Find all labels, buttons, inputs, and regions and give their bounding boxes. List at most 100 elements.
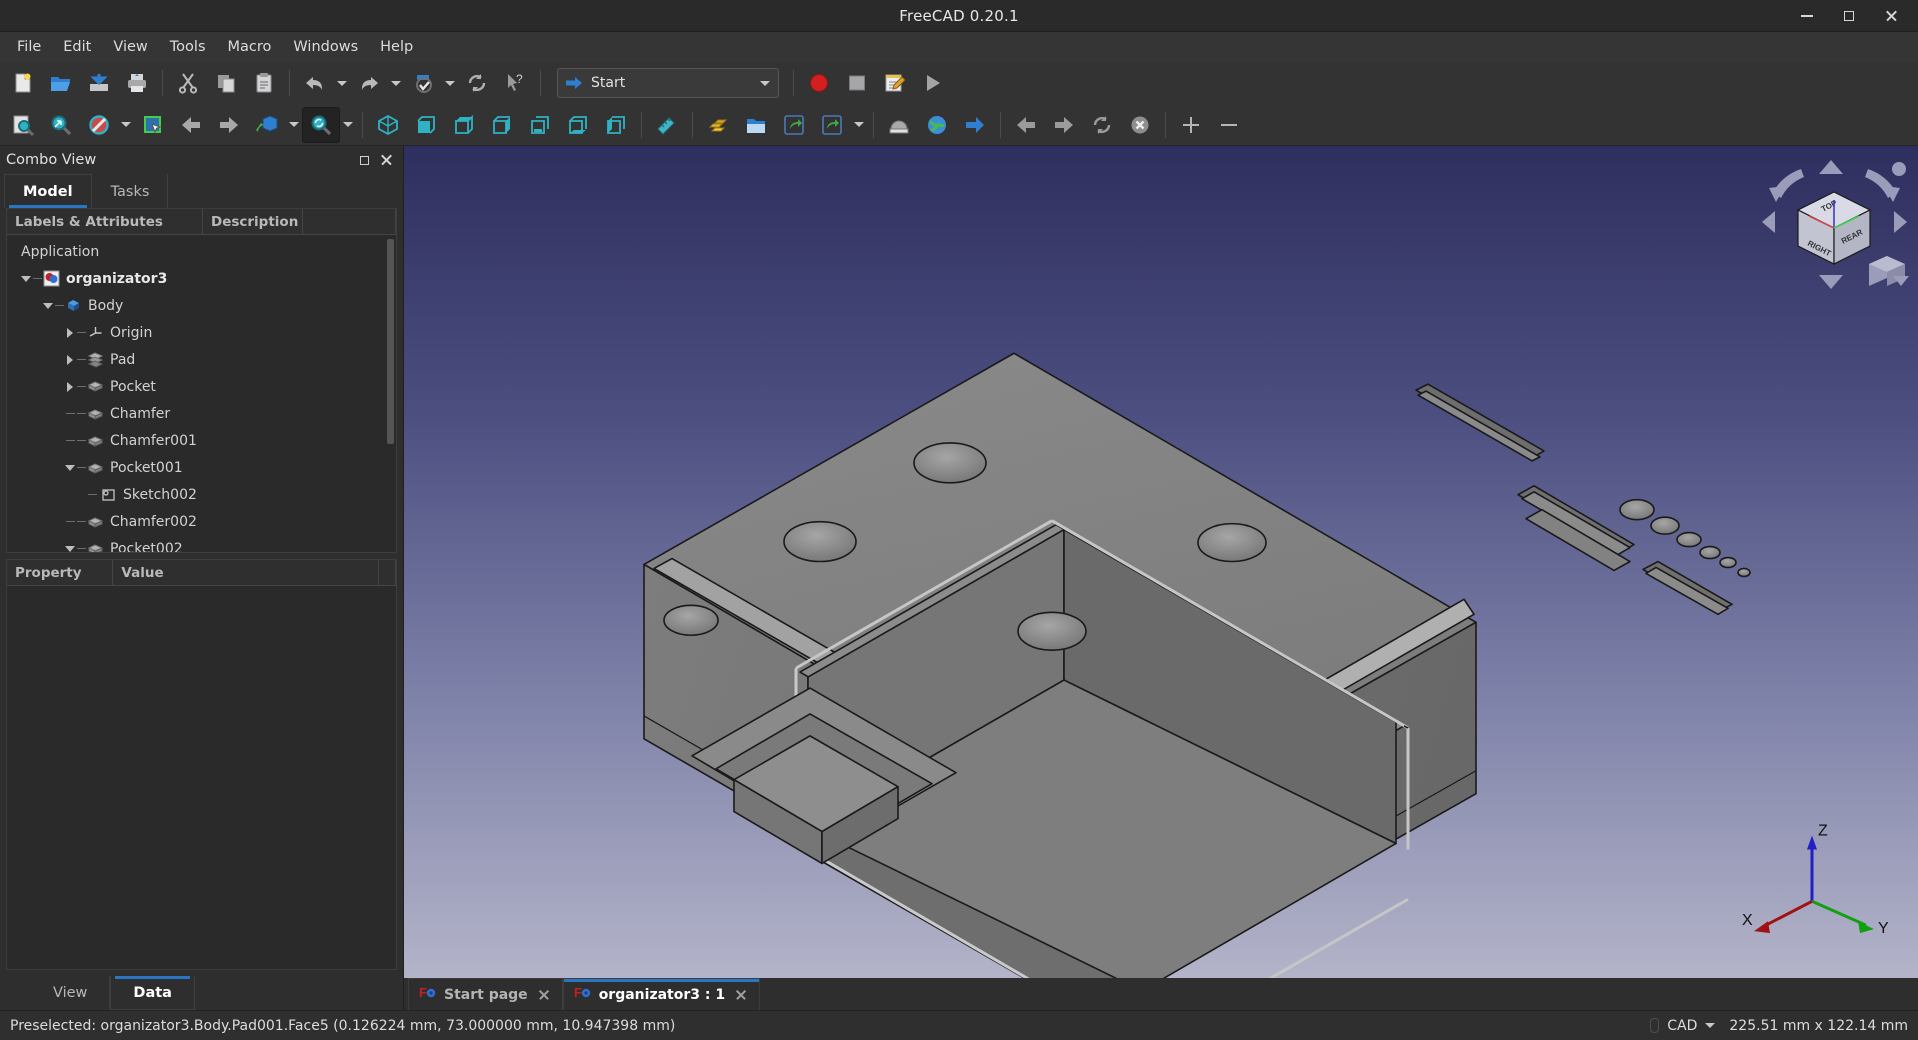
tree-item-pocket001[interactable]: Pocket001 bbox=[7, 454, 396, 481]
tab-tasks[interactable]: Tasks bbox=[92, 174, 169, 208]
property-column-extra[interactable] bbox=[379, 560, 396, 585]
tree-item-body[interactable]: Body bbox=[7, 292, 396, 319]
selection-view-button[interactable] bbox=[134, 107, 172, 143]
scene-inspector-button[interactable] bbox=[880, 107, 918, 143]
close-panel-button[interactable] bbox=[375, 149, 397, 171]
draw-style-dropdown-button[interactable] bbox=[118, 107, 134, 143]
maximize-button[interactable] bbox=[1828, 0, 1870, 32]
menu-edit[interactable]: Edit bbox=[52, 35, 102, 59]
menu-help[interactable]: Help bbox=[369, 35, 424, 59]
fit-all-button[interactable] bbox=[4, 107, 42, 143]
macro-record-button[interactable] bbox=[800, 65, 838, 101]
macro-stop-button[interactable] bbox=[838, 65, 876, 101]
document-tab-start-page[interactable]: F Start page bbox=[408, 978, 563, 1010]
property-body[interactable] bbox=[7, 586, 396, 969]
menu-file[interactable]: File bbox=[6, 35, 52, 59]
front-view-button[interactable] bbox=[407, 107, 445, 143]
tree-item-pocket002[interactable]: Pocket002 bbox=[7, 535, 396, 552]
tree-item-application[interactable]: Application bbox=[7, 238, 396, 265]
back-view-button[interactable] bbox=[172, 107, 210, 143]
axonometric-button[interactable] bbox=[248, 107, 286, 143]
tab-model[interactable]: Model bbox=[4, 174, 92, 208]
close-tab-button[interactable] bbox=[733, 987, 749, 1003]
tab-data[interactable]: Data bbox=[110, 976, 195, 1010]
measure-button[interactable] bbox=[648, 107, 686, 143]
cut-button[interactable] bbox=[169, 65, 207, 101]
property-column-value[interactable]: Value bbox=[113, 560, 379, 585]
expand-toggle[interactable] bbox=[63, 346, 77, 373]
tree-item-sketch002[interactable]: Sketch002 bbox=[7, 481, 396, 508]
tree-item-origin[interactable]: Origin bbox=[7, 319, 396, 346]
menu-tools[interactable]: Tools bbox=[159, 35, 217, 59]
workbench-selector[interactable]: Start bbox=[557, 68, 779, 98]
tree-column-extra[interactable] bbox=[303, 209, 396, 234]
3d-viewport[interactable]: Z Y X bbox=[404, 146, 1918, 978]
new-document-button[interactable] bbox=[4, 65, 42, 101]
property-column-property[interactable]: Property bbox=[7, 560, 113, 585]
macro-edit-button[interactable] bbox=[876, 65, 914, 101]
zoom-in-button[interactable] bbox=[1172, 107, 1210, 143]
unit-system-selector[interactable]: CAD bbox=[1650, 1018, 1715, 1034]
copy-button[interactable] bbox=[207, 65, 245, 101]
tree-item-pocket[interactable]: Pocket bbox=[7, 373, 396, 400]
menu-windows[interactable]: Windows bbox=[282, 35, 369, 59]
zoom-dropdown-button[interactable] bbox=[340, 107, 356, 143]
redo-dropdown-button[interactable] bbox=[388, 65, 404, 101]
save-document-button[interactable] bbox=[80, 65, 118, 101]
expand-toggle[interactable] bbox=[63, 454, 77, 481]
tree-item-organizator3[interactable]: organizator3 bbox=[7, 265, 396, 292]
nav-back-button[interactable] bbox=[1007, 107, 1045, 143]
tab-view[interactable]: View bbox=[30, 976, 110, 1010]
folder-button[interactable] bbox=[737, 107, 775, 143]
paste-button[interactable] bbox=[245, 65, 283, 101]
minimize-button[interactable] bbox=[1786, 0, 1828, 32]
redo-button[interactable] bbox=[350, 65, 388, 101]
float-panel-button[interactable] bbox=[353, 149, 375, 171]
tree-item-chamfer[interactable]: Chamfer bbox=[7, 400, 396, 427]
undo-dropdown-button[interactable] bbox=[334, 65, 350, 101]
tree-item-chamfer001[interactable]: Chamfer001 bbox=[7, 427, 396, 454]
draw-style-button[interactable] bbox=[80, 107, 118, 143]
fit-selection-button[interactable] bbox=[42, 107, 80, 143]
link-make-button[interactable] bbox=[775, 107, 813, 143]
bottom-view-button[interactable] bbox=[559, 107, 597, 143]
left-view-button[interactable] bbox=[597, 107, 635, 143]
navigation-cube[interactable]: TOP RIGHT REAR bbox=[1757, 152, 1912, 297]
3d-model-render[interactable]: Z Y X bbox=[404, 146, 1918, 978]
expand-toggle[interactable] bbox=[63, 535, 77, 552]
close-button[interactable] bbox=[1870, 0, 1912, 32]
document-tab-organizator3[interactable]: F organizator3 : 1 bbox=[563, 978, 760, 1010]
zoom-out-button[interactable] bbox=[1210, 107, 1248, 143]
tree-item-chamfer002[interactable]: Chamfer002 bbox=[7, 508, 396, 535]
zoom-toggle-button[interactable] bbox=[302, 107, 340, 143]
appearance-button[interactable] bbox=[699, 107, 737, 143]
expand-toggle[interactable] bbox=[63, 373, 77, 400]
std-refresh-button[interactable] bbox=[458, 65, 496, 101]
right-view-button[interactable] bbox=[483, 107, 521, 143]
link-actions-button[interactable] bbox=[813, 107, 851, 143]
rear-view-button[interactable] bbox=[521, 107, 559, 143]
tree-column-description[interactable]: Description bbox=[203, 209, 303, 234]
expand-toggle[interactable] bbox=[19, 265, 33, 292]
link-actions-dropdown-button[interactable] bbox=[851, 107, 867, 143]
refresh-dropdown-button[interactable] bbox=[442, 65, 458, 101]
globe-button[interactable] bbox=[918, 107, 956, 143]
top-view-button[interactable] bbox=[445, 107, 483, 143]
scrollbar-thumb[interactable] bbox=[387, 239, 394, 444]
whats-this-button[interactable]: ? bbox=[496, 65, 534, 101]
menu-view[interactable]: View bbox=[102, 35, 158, 59]
isometric-view-button[interactable] bbox=[369, 107, 407, 143]
close-tab-button[interactable] bbox=[536, 987, 552, 1003]
expand-toggle[interactable] bbox=[41, 292, 55, 319]
nav-stop-button[interactable] bbox=[1121, 107, 1159, 143]
print-button[interactable] bbox=[118, 65, 156, 101]
go-button[interactable] bbox=[956, 107, 994, 143]
menu-macro[interactable]: Macro bbox=[217, 35, 283, 59]
forward-view-button[interactable] bbox=[210, 107, 248, 143]
refresh-button[interactable] bbox=[404, 65, 442, 101]
open-document-button[interactable] bbox=[42, 65, 80, 101]
nav-forward-button[interactable] bbox=[1045, 107, 1083, 143]
axonometric-dropdown-button[interactable] bbox=[286, 107, 302, 143]
macro-execute-button[interactable] bbox=[914, 65, 952, 101]
nav-refresh-button[interactable] bbox=[1083, 107, 1121, 143]
